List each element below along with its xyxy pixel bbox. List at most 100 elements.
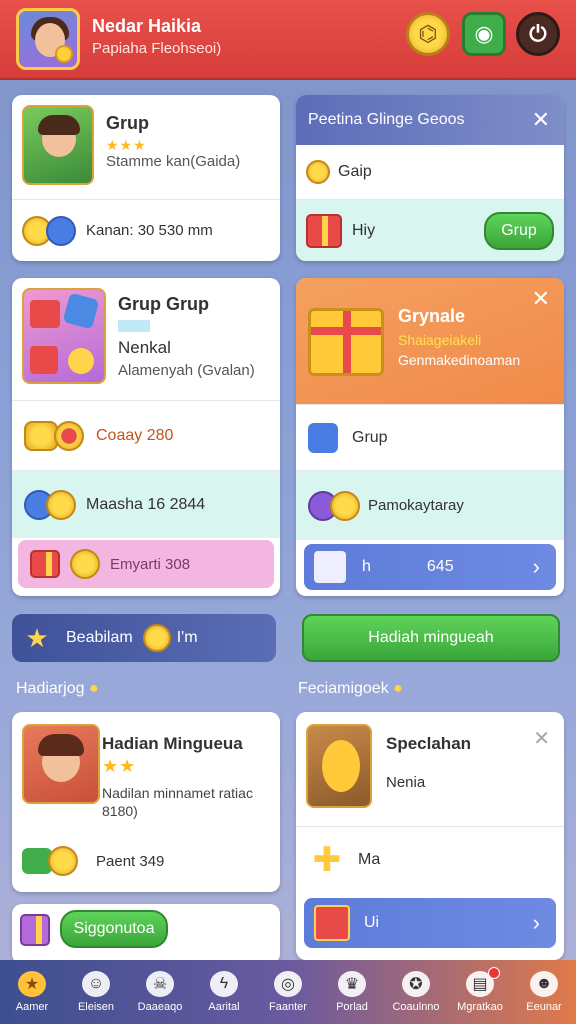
bolt-icon: ϟ [210,971,238,997]
nav-label: Daaeaqo [137,1001,183,1013]
character-thumbnail [22,724,100,804]
nav-label: Aamer [15,1001,49,1013]
nav-label: Mgratkao [457,1001,503,1013]
ui-row[interactable]: Ui › [304,898,556,948]
avatar-coin-icon [55,45,73,63]
nav-item-coaulnno[interactable]: ✪ Coaulnno [386,971,446,1013]
nav-item-mgratkao[interactable]: ▤ Mgratkao [450,967,510,1013]
group-card[interactable]: Grup ★★★ Stamme kan(Gaida) Kanan: 30 530… [12,95,280,261]
grup-label: Grup [352,428,388,446]
nav-label: Eeunar [526,1001,562,1013]
balance-label: Kanan: 30 530 mm [86,222,213,239]
banner-label: Beabilam [66,629,133,646]
close-icon[interactable]: ✕ [532,107,550,133]
reward-label-2: Maasha 16 2844 [86,495,206,513]
close-icon[interactable]: ✕ [532,286,550,312]
egg-thumbnail [306,724,372,808]
gaip-row[interactable]: Gaip [296,145,564,199]
nav-item-porlad[interactable]: ♛ Porlad [322,971,382,1013]
nav-item-eleisen[interactable]: ☺ Eleisen [66,971,126,1013]
peetina-card[interactable]: Peetina Glinge Geoos ✕ Gaip Hiy Grup [296,95,564,261]
card-label: Nenkal [118,338,171,357]
badge-icon: ✪ [402,971,430,997]
hiy-label: Hiy [352,221,376,239]
star-icon: ★ [18,971,46,997]
grynale-title: Grynale [398,306,466,326]
speclahan-label: Nenia [386,774,426,791]
grynale-desc: Genmakedinoaman [398,352,521,368]
peetina-header: Peetina Glinge Geoos ✕ [296,95,564,145]
player-name: Nedar Haikia [92,16,202,36]
coin-icon[interactable]: ⌬ [406,12,450,56]
right-section-label: Feciamigoek [298,680,389,697]
siggonutoa-card[interactable]: Siggonutoa [12,904,280,964]
power-icon[interactable]: ⏻ [516,12,560,56]
player-subtitle: Papiaha Fleohseoi) [92,40,222,57]
scroll-value: 645 [426,558,454,575]
big-gift-icon [308,308,384,376]
hadian-subtitle: Nadilan minnamet ratiac 8180) [102,785,253,819]
group-group-card[interactable]: Grup Grup Nenkal Alamenyah (Gvalan) Coaa… [12,278,280,596]
coin-icon [330,490,360,521]
reward-label-3: Emyarti 308 [110,555,191,573]
speclahan-title: Speclahan [386,734,472,753]
gifts-thumbnail [22,288,106,384]
sparkle-icon: ● [88,680,99,697]
beabilam-banner[interactable]: ★ Beabilam I'm [12,614,276,662]
siggonutoa-button[interactable]: Siggonutoa [60,910,168,948]
left-section-title: Hadiarjog ● [16,680,99,698]
player-avatar[interactable] [16,8,80,70]
speclahan-card[interactable]: Speclahan Nenia ✕ ✚ Ma Ui › [296,712,564,960]
nav-item-daaeaqo[interactable]: ☠ Daaeaqo [130,971,190,1013]
gaip-label: Gaip [338,163,372,180]
hadian-title: Hadian Mingueua [102,734,243,753]
game-icon[interactable]: ◉ [462,12,506,56]
grup-button[interactable]: Grup [484,211,554,250]
nav-item-eeunar[interactable]: ☻ Eeunar [514,971,574,1013]
reward-row-3[interactable]: Emyarti 308 [18,540,274,588]
hiy-row[interactable]: Hiy Grup [296,199,564,261]
hadiah-mingguan-button[interactable]: Hadiah mingueah [302,614,560,662]
chevron-right-icon[interactable]: › [533,554,540,580]
ribbon-gift-icon [308,422,338,453]
coin-icon [46,489,76,520]
scroll-row[interactable]: h 645 › [304,544,556,590]
peetina-title: Peetina Glinge Geoos [308,111,465,128]
chevron-right-icon[interactable]: › [533,910,540,936]
sparkle-icon: ● [393,680,403,697]
badge-icon [46,215,76,246]
coin-stack-icon [24,420,58,451]
paent-row[interactable]: Paent 349 [12,830,280,892]
skull-icon: ☠ [146,971,174,997]
ma-row[interactable]: ✚ Ma [296,826,564,892]
gift-icon [20,914,50,946]
grup-row[interactable]: Grup [296,404,564,470]
nav-label: Coaulnno [392,1001,440,1013]
grynale-card[interactable]: Grynale Shaiageiakeli Genmakedinoaman ✕ … [296,278,564,596]
group-stars: ★★★ [106,137,147,153]
nav-item-faanter[interactable]: ◎ Faanter [258,971,318,1013]
hadian-stars: ★★ [102,756,137,776]
book-icon [314,905,350,941]
ma-label: Ma [358,850,381,868]
red-coin-icon [54,420,84,451]
balance-row[interactable]: Kanan: 30 530 mm [12,199,280,261]
bottom-nav: ★ Aamer ☺ Eleisen ☠ Daaeaqo ϟ Aarital ◎ … [0,960,576,1024]
grynale-subtitle: Shaiageiakeli [398,332,482,348]
nav-item-aarital[interactable]: ϟ Aarital [194,971,254,1013]
user-icon: ☻ [530,971,558,997]
close-icon[interactable]: ✕ [533,726,550,751]
nav-item-aamer[interactable]: ★ Aamer [2,971,62,1013]
coin-icon [306,160,330,184]
reward-label-1: Coaay 280 [96,426,174,444]
top-header: Nedar Haikia Papiaha Fleohseoi) ⌬ ◉ ⏻ [0,0,576,80]
reward-row-1[interactable]: Coaay 280 [12,400,280,470]
card-subtitle: Alamenyah (Gvalan) [118,362,255,379]
group-subtitle: Stamme kan(Gaida) [106,153,241,170]
reward-row-2[interactable]: Maasha 16 2844 [12,470,280,538]
pamokaytaray-row[interactable]: Pamokaytaray [296,470,564,540]
star-icon: ★ [25,622,49,653]
ui-label: Ui [364,914,380,931]
hadian-card[interactable]: Hadian Mingueua ★★ Nadilan minnamet rati… [12,712,280,892]
scroll-label: h [362,558,371,575]
